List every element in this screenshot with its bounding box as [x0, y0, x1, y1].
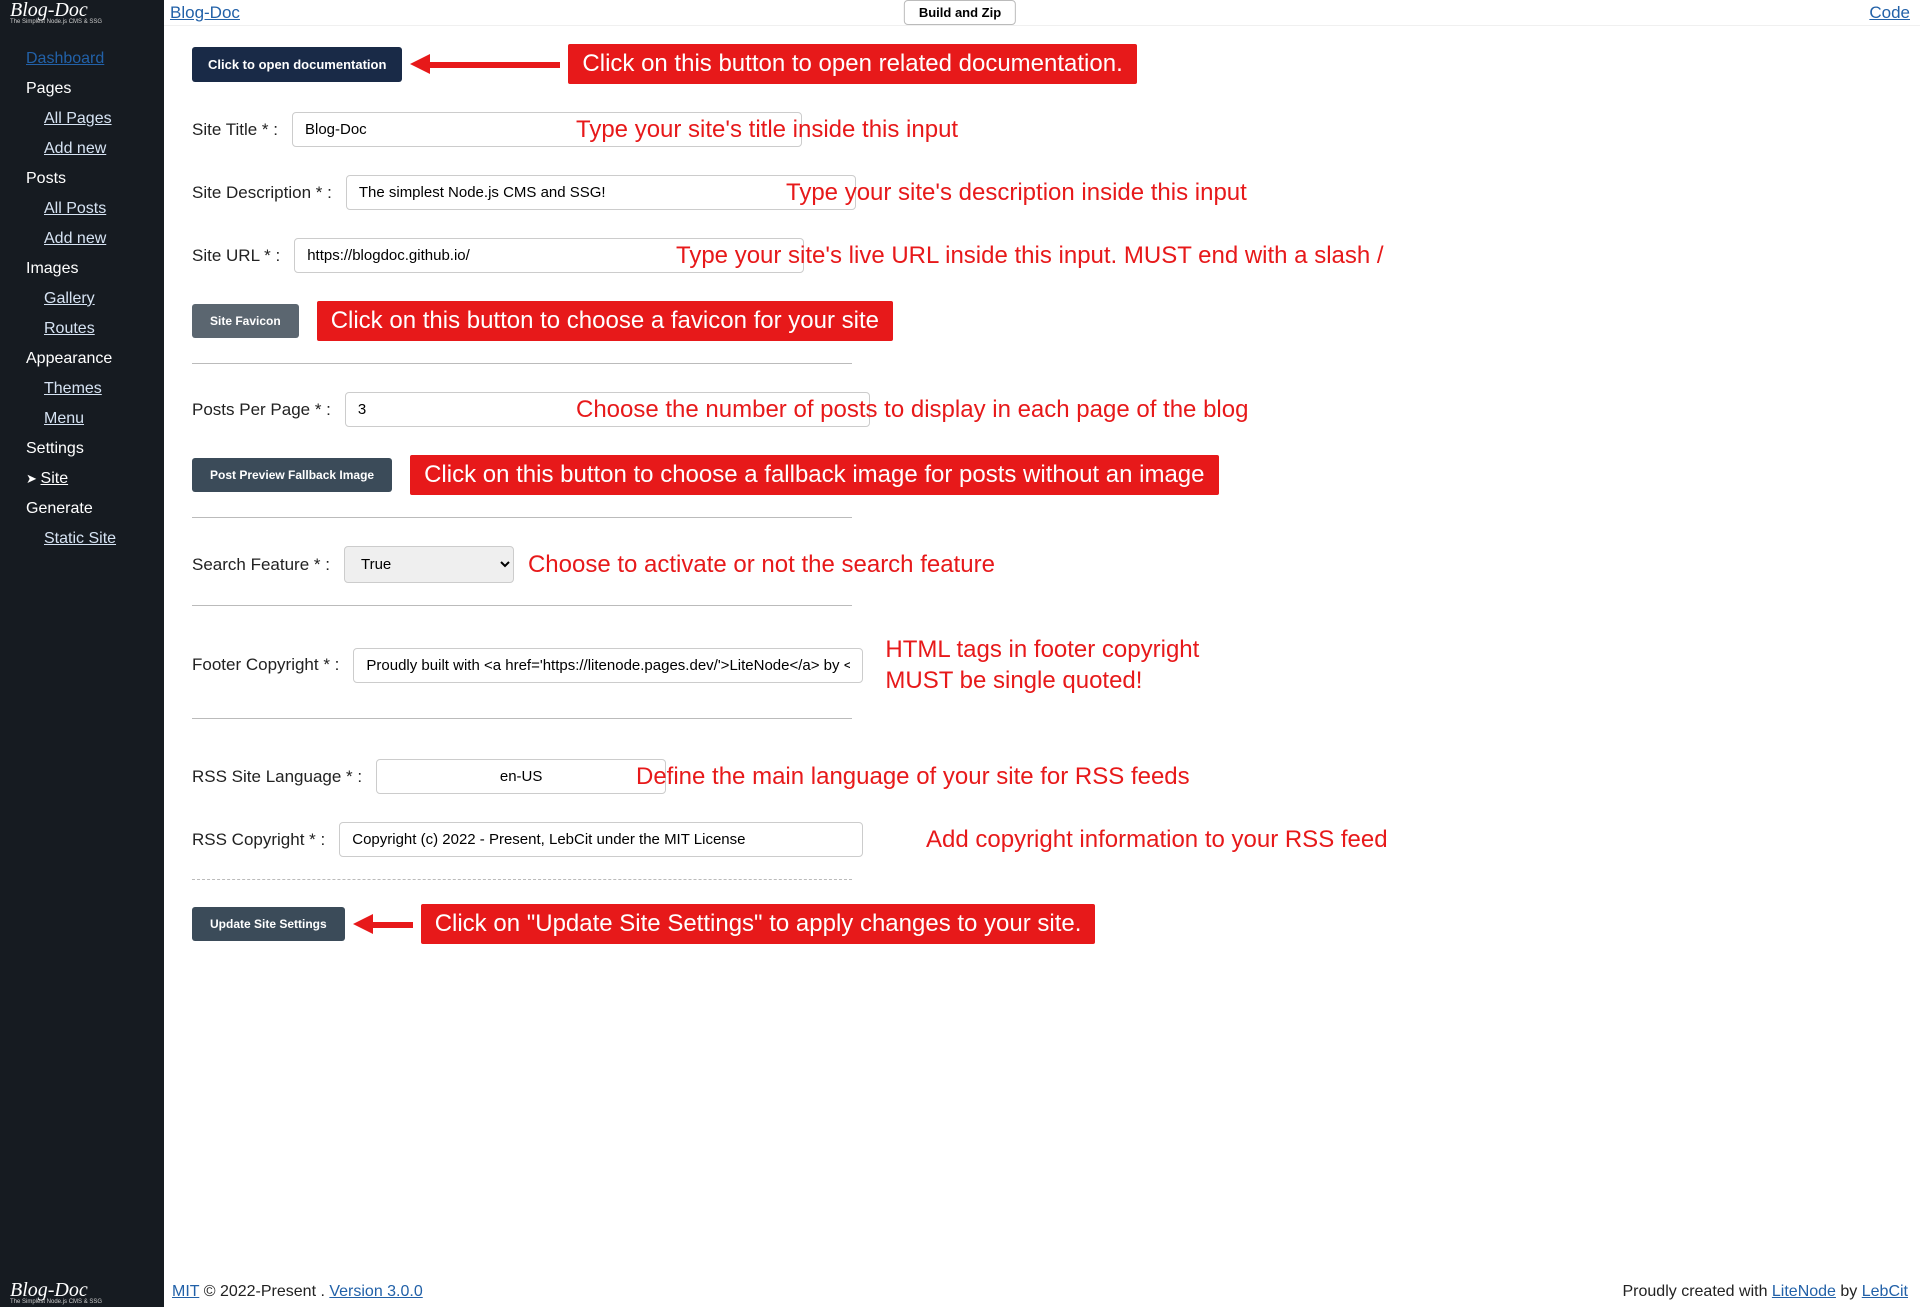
footer-copyright-label: Footer Copyright * :	[192, 655, 339, 675]
annotation-site-desc: Type your site's description inside this…	[786, 179, 1247, 207]
footer-copyright-input[interactable]	[353, 648, 863, 683]
arrow-icon	[410, 56, 560, 72]
annotation-search: Choose to activate or not the search fea…	[528, 551, 995, 579]
brand-logo: Blog-Doc The Simplest Node.js CMS & SSG	[0, 0, 164, 26]
annotation-rss-lang: Define the main language of your site fo…	[636, 763, 1190, 791]
sidebar-routes[interactable]: Routes	[0, 314, 164, 344]
sidebar-appearance-heading: Appearance	[0, 344, 164, 374]
annotation-update: Click on "Update Site Settings" to apply…	[421, 904, 1096, 944]
sidebar-gallery[interactable]: Gallery	[0, 284, 164, 314]
arrow-icon	[353, 916, 413, 932]
divider	[192, 605, 852, 606]
divider	[192, 718, 852, 719]
post-preview-fallback-button[interactable]: Post Preview Fallback Image	[192, 458, 392, 492]
litenode-link[interactable]: LiteNode	[1772, 1283, 1836, 1300]
topbar: Blog-Doc The Simplest Node.js CMS & SSG …	[0, 0, 1920, 26]
sidebar-all-posts[interactable]: All Posts	[0, 194, 164, 224]
search-feature-label: Search Feature * :	[192, 555, 330, 575]
site-url-label: Site URL * :	[192, 246, 280, 266]
site-link[interactable]: Blog-Doc	[170, 3, 240, 23]
divider-dashed	[192, 879, 852, 880]
sidebar-site[interactable]: Site	[0, 464, 164, 494]
rss-language-label: RSS Site Language * :	[192, 767, 362, 787]
sidebar-generate-heading: Generate	[0, 494, 164, 524]
code-link[interactable]: Code	[1869, 3, 1910, 23]
brand-title: Blog-Doc	[10, 1279, 88, 1301]
footer-copyright-text: © 2022-Present .	[199, 1283, 329, 1300]
annotation-site-title: Type your site's title inside this input	[576, 116, 958, 144]
brand-title: Blog-Doc	[10, 0, 88, 21]
sidebar-static-site[interactable]: Static Site	[0, 524, 164, 554]
sidebar-settings-heading: Settings	[0, 434, 164, 464]
sidebar-themes[interactable]: Themes	[0, 374, 164, 404]
lebcit-link[interactable]: LebCit	[1862, 1283, 1908, 1300]
sidebar-menu[interactable]: Menu	[0, 404, 164, 434]
rss-copyright-label: RSS Copyright * :	[192, 830, 325, 850]
sidebar-posts-heading: Posts	[0, 164, 164, 194]
site-title-label: Site Title * :	[192, 120, 278, 140]
sidebar-pages-heading: Pages	[0, 74, 164, 104]
divider	[192, 363, 852, 364]
annotation-rss-copy: Add copyright information to your RSS fe…	[926, 826, 1388, 854]
brand-subtitle: The Simplest Node.js CMS & SSG	[10, 19, 102, 25]
footer: Blog-Doc The Simplest Node.js CMS & SSG …	[0, 1277, 1920, 1307]
mit-link[interactable]: MIT	[172, 1283, 199, 1300]
annotation-fallback: Click on this button to choose a fallbac…	[410, 455, 1218, 495]
site-favicon-button[interactable]: Site Favicon	[192, 304, 299, 338]
site-description-input[interactable]	[346, 175, 856, 210]
search-feature-select[interactable]: True	[344, 546, 514, 583]
annotation-favicon: Click on this button to choose a favicon…	[317, 301, 893, 341]
sidebar-dashboard[interactable]: Dashboard	[0, 44, 164, 74]
footer-credit-prefix: Proudly created with	[1623, 1283, 1772, 1300]
rss-copyright-input[interactable]	[339, 822, 863, 857]
brand-logo-footer: Blog-Doc The Simplest Node.js CMS & SSG	[0, 1277, 164, 1307]
open-documentation-button[interactable]: Click to open documentation	[192, 47, 402, 82]
build-zip-button[interactable]: Build and Zip	[904, 0, 1016, 25]
sidebar-images-heading: Images	[0, 254, 164, 284]
divider	[192, 517, 852, 518]
update-site-settings-button[interactable]: Update Site Settings	[192, 907, 345, 941]
brand-subtitle: The Simplest Node.js CMS & SSG	[10, 1299, 102, 1305]
site-description-label: Site Description * :	[192, 183, 332, 203]
rss-language-input[interactable]	[376, 759, 666, 794]
footer-by: by	[1836, 1283, 1862, 1300]
main-content: Click to open documentation Click on thi…	[164, 26, 1920, 1277]
sidebar-posts-add[interactable]: Add new	[0, 224, 164, 254]
version-link[interactable]: Version 3.0.0	[329, 1283, 422, 1300]
sidebar-all-pages[interactable]: All Pages	[0, 104, 164, 134]
sidebar-pages-add[interactable]: Add new	[0, 134, 164, 164]
sidebar: Dashboard Pages All Pages Add new Posts …	[0, 26, 164, 1277]
annotation-open-doc: Click on this button to open related doc…	[568, 44, 1136, 84]
annotation-ppp: Choose the number of posts to display in…	[576, 396, 1248, 424]
annotation-footer: HTML tags in footer copyright MUST be si…	[885, 634, 1225, 696]
posts-per-page-label: Posts Per Page * :	[192, 400, 331, 420]
annotation-site-url: Type your site's live URL inside this in…	[676, 242, 1384, 270]
